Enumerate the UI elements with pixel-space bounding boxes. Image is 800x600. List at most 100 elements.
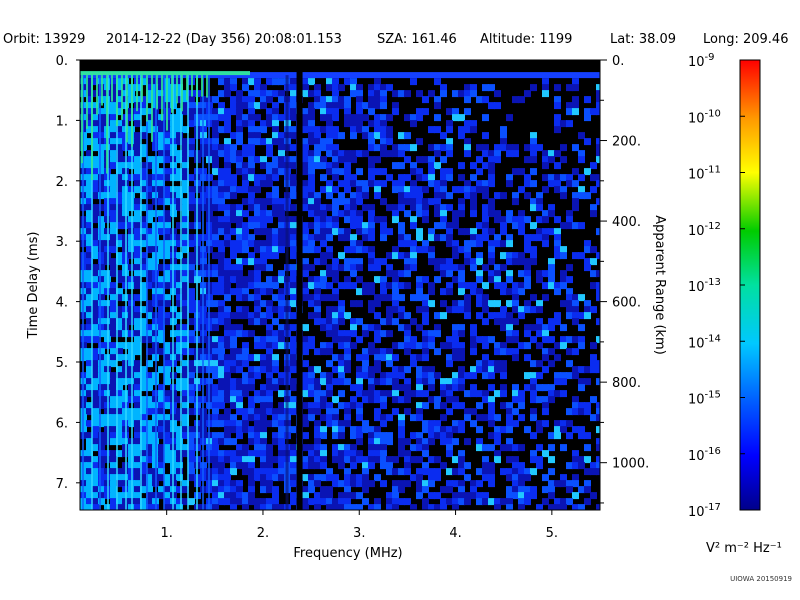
- heat-cell: [482, 468, 489, 476]
- heat-cell: [344, 360, 351, 368]
- heat-cell: [254, 210, 261, 218]
- heat-cell: [410, 258, 417, 266]
- heat-cell: [230, 360, 237, 368]
- heat-cell: [368, 222, 375, 230]
- heat-cell: [572, 96, 579, 104]
- heat-cell: [254, 450, 261, 458]
- heat-cell: [188, 306, 195, 314]
- heat-cell: [278, 210, 285, 218]
- heat-cell: [302, 138, 309, 146]
- heat-cell: [272, 306, 279, 314]
- heat-cell: [230, 324, 237, 332]
- heat-cell: [554, 150, 561, 158]
- heat-cell: [236, 408, 243, 416]
- heat-cell: [164, 444, 171, 452]
- heat-cell: [302, 234, 309, 242]
- heat-cell: [266, 150, 273, 158]
- heat-cell: [326, 486, 333, 494]
- heat-cell: [458, 306, 465, 314]
- heat-cell: [248, 282, 255, 290]
- heat-cell: [272, 342, 279, 350]
- heat-cell: [164, 174, 171, 182]
- heat-cell: [254, 186, 261, 194]
- heat-cell: [314, 456, 321, 464]
- heat-cell: [188, 498, 195, 506]
- heat-cell: [578, 366, 585, 374]
- heat-cell: [314, 300, 321, 308]
- heat-cell: [434, 102, 441, 110]
- heat-cell: [464, 294, 471, 302]
- heat-cell: [470, 174, 477, 182]
- heat-cell: [242, 294, 249, 302]
- heat-cell: [500, 498, 507, 506]
- heat-cell: [290, 498, 297, 506]
- heat-cell: [536, 372, 543, 380]
- heat-cell: [278, 306, 285, 314]
- heat-cell: [212, 252, 219, 260]
- heat-cell: [260, 162, 267, 170]
- heat-cell: [572, 204, 579, 212]
- heat-cell: [434, 456, 441, 464]
- heat-cell: [428, 456, 435, 464]
- heat-cell: [230, 366, 237, 374]
- heat-cell: [590, 468, 597, 476]
- heat-cell: [344, 354, 351, 362]
- heat-cell: [332, 426, 339, 434]
- heat-cell: [554, 246, 561, 254]
- x-tick-label: 3.: [353, 526, 365, 541]
- heat-cell: [560, 420, 567, 428]
- heat-cell: [266, 342, 273, 350]
- heat-cell: [212, 228, 219, 236]
- heat-cell: [452, 264, 459, 272]
- heat-cell: [470, 348, 477, 356]
- heat-cell: [566, 108, 573, 116]
- heat-cell: [314, 462, 321, 470]
- heat-cell: [452, 216, 459, 224]
- heat-cell: [500, 216, 507, 224]
- heat-cell: [584, 108, 591, 116]
- heat-cell: [362, 126, 369, 134]
- heat-cell: [302, 156, 309, 164]
- heat-cell: [236, 258, 243, 266]
- heat-cell: [92, 468, 99, 476]
- heat-cell: [398, 444, 405, 452]
- heat-cell: [338, 132, 345, 140]
- heat-cell: [362, 102, 369, 110]
- heat-cell: [314, 306, 321, 314]
- heat-cell: [248, 168, 255, 176]
- heat-cell: [308, 402, 315, 410]
- heat-cell: [320, 144, 327, 152]
- heat-cell: [218, 402, 225, 410]
- heat-cell: [308, 486, 315, 494]
- heat-cell: [338, 372, 345, 380]
- heat-cell: [572, 300, 579, 308]
- heat-cell: [482, 366, 489, 374]
- heat-cell: [560, 246, 567, 254]
- heat-cell: [386, 498, 393, 506]
- heat-cell: [338, 426, 345, 434]
- heat-cell: [446, 426, 453, 434]
- heat-cell: [218, 492, 225, 500]
- heat-cell: [164, 438, 171, 446]
- green-fringe: [186, 75, 188, 101]
- y-right-tick-label: 400.: [612, 215, 641, 230]
- heat-cell: [416, 384, 423, 392]
- heat-cell: [338, 444, 345, 452]
- heat-cell: [434, 396, 441, 404]
- heat-cell: [272, 354, 279, 362]
- heat-cell: [464, 108, 471, 116]
- heat-cell: [338, 210, 345, 218]
- heat-cell: [272, 414, 279, 422]
- heat-cell: [212, 498, 219, 506]
- heat-cell: [212, 132, 219, 140]
- heat-cell: [356, 150, 363, 158]
- heat-cell: [422, 372, 429, 380]
- heat-cell: [446, 228, 453, 236]
- heat-cell: [494, 312, 501, 320]
- heat-cell: [344, 96, 351, 104]
- heat-cell: [242, 78, 249, 86]
- heat-cell: [410, 78, 417, 86]
- heat-cell: [356, 426, 363, 434]
- heat-cell: [404, 270, 411, 278]
- heat-cell: [494, 300, 501, 308]
